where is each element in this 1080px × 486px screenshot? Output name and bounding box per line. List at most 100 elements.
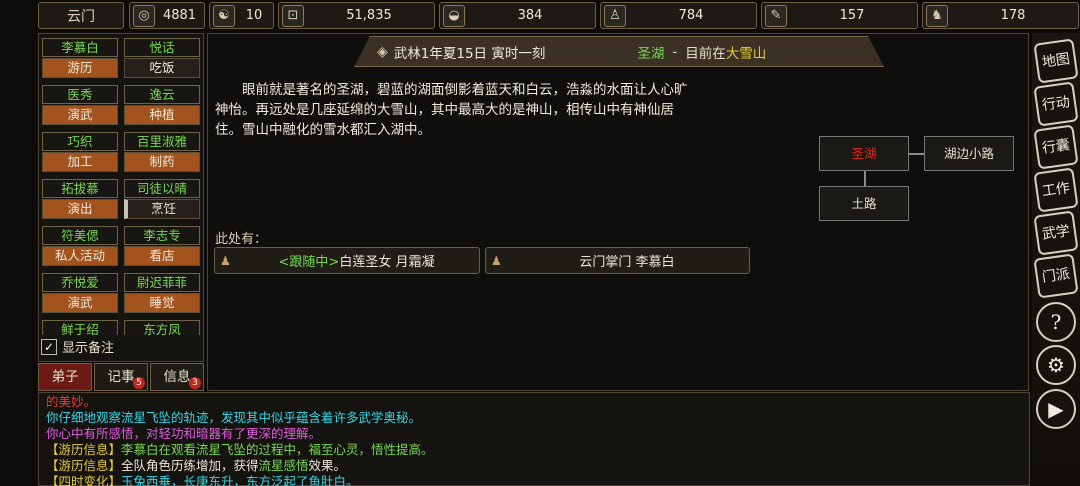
food-value: 384 xyxy=(517,8,543,23)
log-line: 你仔细地观察流星飞坠的轨迹，发现其中似乎蕴含着许多武学奥秘。 xyxy=(46,410,1022,426)
disciple-card[interactable]: 李慕白 游历 xyxy=(42,38,118,79)
disciple-action: 游历 xyxy=(42,58,118,78)
location-separator: - xyxy=(672,43,678,60)
disciple-action: 看店 xyxy=(124,246,200,266)
disciple-card[interactable]: 东方凤 xyxy=(124,320,200,335)
disciple-card[interactable]: 鲜于绍 xyxy=(42,320,118,335)
log-segment: 【游历信息】 xyxy=(46,458,122,473)
checkbox-checked-icon[interactable]: ✓ xyxy=(41,338,57,355)
herb-value: 784 xyxy=(678,8,704,23)
map-button[interactable]: 地图 xyxy=(1033,38,1079,84)
tab-messages[interactable]: 信息 3 xyxy=(150,363,204,391)
disciple-name: 医秀 xyxy=(42,85,118,104)
disciple-name: 拓拔慕 xyxy=(42,179,118,198)
disciple-name: 尉迟菲菲 xyxy=(124,273,200,292)
map-connector xyxy=(864,171,866,186)
horse-resource[interactable]: ♞ 178 xyxy=(922,2,1079,29)
disciple-card[interactable]: 百里淑雅 制药 xyxy=(124,132,200,173)
food-bowl-icon: ◒ xyxy=(443,4,465,27)
disciple-name: 符美偲 xyxy=(42,226,118,245)
scroll-value: 157 xyxy=(839,8,865,23)
disciple-name: 乔悦爱 xyxy=(42,273,118,292)
bag-button[interactable]: 行囊 xyxy=(1033,124,1079,170)
side-menu: 地图 行动 行囊 工作 武学 门派? ⚙ ▶ xyxy=(1032,33,1080,486)
action-button[interactable]: 行动 xyxy=(1033,81,1079,127)
person-icon: ♟ xyxy=(220,253,231,268)
disciple-name: 逸云 xyxy=(124,85,200,104)
npc-entry[interactable]: ♟ 云门掌门 李慕白 xyxy=(485,247,750,274)
martial-button[interactable]: 武学 xyxy=(1033,210,1079,256)
map-connector xyxy=(909,153,924,155)
play-button[interactable]: ▶ xyxy=(1036,389,1076,429)
tab-label: 记事 xyxy=(107,369,135,385)
scene-description: 眼前就是著名的圣湖，碧蓝的湖面倒影着蓝天和白云，浩淼的水面让人心旷神怡。再远处是… xyxy=(215,82,688,138)
log-line: 【游历信息】李慕白在观看流星飞坠的过程中，福至心灵，悟性提高。 xyxy=(46,442,1022,458)
npc-entry[interactable]: ♟ <跟随中>白莲圣女 月霜凝 xyxy=(214,247,480,274)
log-segment: 李慕白在观看流星飞坠的过程中，福至心灵，悟性提高。 xyxy=(121,442,434,457)
message-log[interactable]: 的美妙。 你仔细地观察流星飞坠的轨迹，发现其中似乎蕴含着许多武学奥秘。 你心中有所感… xyxy=(38,392,1030,486)
scene-panel: ◈ 武林1年夏15日 寅时一刻 圣湖 - 目前在 大雪山 眼前就是著名的圣湖，碧… xyxy=(207,33,1029,391)
disciple-card[interactable]: 李志专 看店 xyxy=(124,226,200,267)
horse-icon: ♞ xyxy=(926,4,948,27)
map-node-east[interactable]: 湖边小路 xyxy=(924,136,1014,171)
current-region: 大雪山 xyxy=(725,45,767,62)
log-segment: 【游历信息】 xyxy=(46,442,122,457)
disciple-name: 鲜于绍 xyxy=(42,320,118,335)
disciple-name: 百里淑雅 xyxy=(124,132,200,151)
disciple-card[interactable]: 尉迟菲菲 睡觉 xyxy=(124,273,200,314)
disciple-card[interactable]: 符美偲 私人活动 xyxy=(42,226,118,267)
log-segment: 你心中有所感悟，对轻功和暗器有了更深的理解。 xyxy=(46,426,322,441)
disciple-action: 演武 xyxy=(42,293,118,313)
disciple-name: 李慕白 xyxy=(42,38,118,57)
tab-journal[interactable]: 记事 5 xyxy=(94,363,148,391)
copper-coin-value: 51,835 xyxy=(346,8,392,23)
disciple-name: 李志专 xyxy=(124,226,200,245)
npc-tag: <跟随中> xyxy=(278,255,340,270)
scroll-resource[interactable]: ✎ 157 xyxy=(761,2,918,29)
disciple-action: 种植 xyxy=(124,105,200,125)
copper-coin-icon: ⊡ xyxy=(282,4,304,27)
log-segment: 流星感悟 xyxy=(258,458,309,473)
disciple-card[interactable]: 拓拔慕 演出 xyxy=(42,179,118,220)
settings-button[interactable]: ⚙ xyxy=(1036,345,1076,385)
work-button[interactable]: 工作 xyxy=(1033,167,1079,213)
copper-coin-resource[interactable]: ⊡ 51,835 xyxy=(278,2,435,29)
disciple-action: 演出 xyxy=(42,199,118,219)
disciple-card[interactable]: 巧织 加工 xyxy=(42,132,118,173)
log-line: 【四时变化】玉兔西垂，长庚东升，东方泛起了鱼肚白。 xyxy=(46,474,1022,486)
log-line: 的美妙。 xyxy=(46,394,1022,410)
sect-name-box[interactable]: 云门 xyxy=(38,2,124,29)
tab-disciples[interactable]: 弟子 xyxy=(38,363,92,391)
disciple-name: 悦话 xyxy=(124,38,200,57)
disciple-card[interactable]: 逸云 种植 xyxy=(124,85,200,126)
left-tabs: 弟子 记事 5 信息 3 xyxy=(38,363,204,391)
log-segment: 你仔细地观察流星飞坠的轨迹，发现其中似乎蕴含着许多武学奥秘。 xyxy=(46,410,422,425)
log-segment: 的美妙。 xyxy=(46,394,97,409)
yin-yang-value: 10 xyxy=(245,8,263,23)
show-notes-label: 显示备注 xyxy=(62,341,115,356)
food-resource[interactable]: ◒ 384 xyxy=(439,2,596,29)
map-node-south[interactable]: 土路 xyxy=(819,186,909,221)
disciple-panel: 李慕白 游历 悦话 吃饭 医秀 演武 逸云 种植 巧织 加工 百里淑雅 制药 拓… xyxy=(38,33,204,362)
disciple-card[interactable]: 医秀 演武 xyxy=(42,85,118,126)
log-segment: 全队角色历练增加，获得 xyxy=(121,458,259,473)
npc-name: 白莲圣女 月霜凝 xyxy=(339,255,435,270)
disciple-card[interactable]: 悦话 吃饭 xyxy=(124,38,200,79)
disciple-action: 私人活动 xyxy=(42,246,118,266)
sect-button[interactable]: 门派 xyxy=(1033,253,1079,299)
herb-resource[interactable]: ♙ 784 xyxy=(600,2,757,29)
disciple-card[interactable]: 司徒以晴 烹饪 xyxy=(124,179,200,220)
coin-pouch-resource[interactable]: ◎ 4881 xyxy=(129,2,205,29)
notification-badge: 5 xyxy=(133,377,145,389)
help-button[interactable]: ? xyxy=(1036,302,1076,342)
log-segment: 玉兔西垂，长庚东升，东方泛起了鱼肚白。 xyxy=(121,474,359,486)
resource-bar: 云门 ◎ 4881 ☯ 10 ⊡ 51,835 ◒ 384 ♙ 784 ✎ 15… xyxy=(0,0,1080,32)
tab-label: 信息 xyxy=(163,369,191,385)
disciple-card[interactable]: 乔悦爱 演武 xyxy=(42,273,118,314)
disciple-action: 吃饭 xyxy=(124,58,200,78)
show-notes-toggle[interactable]: ✓ 显示备注 xyxy=(41,337,114,356)
log-line: 你心中有所感悟，对轻功和暗器有了更深的理解。 xyxy=(46,426,1022,442)
log-segment: 效果。 xyxy=(308,458,347,473)
disciple-name: 东方凤 xyxy=(124,320,200,335)
yin-yang-resource[interactable]: ☯ 10 xyxy=(209,2,274,29)
